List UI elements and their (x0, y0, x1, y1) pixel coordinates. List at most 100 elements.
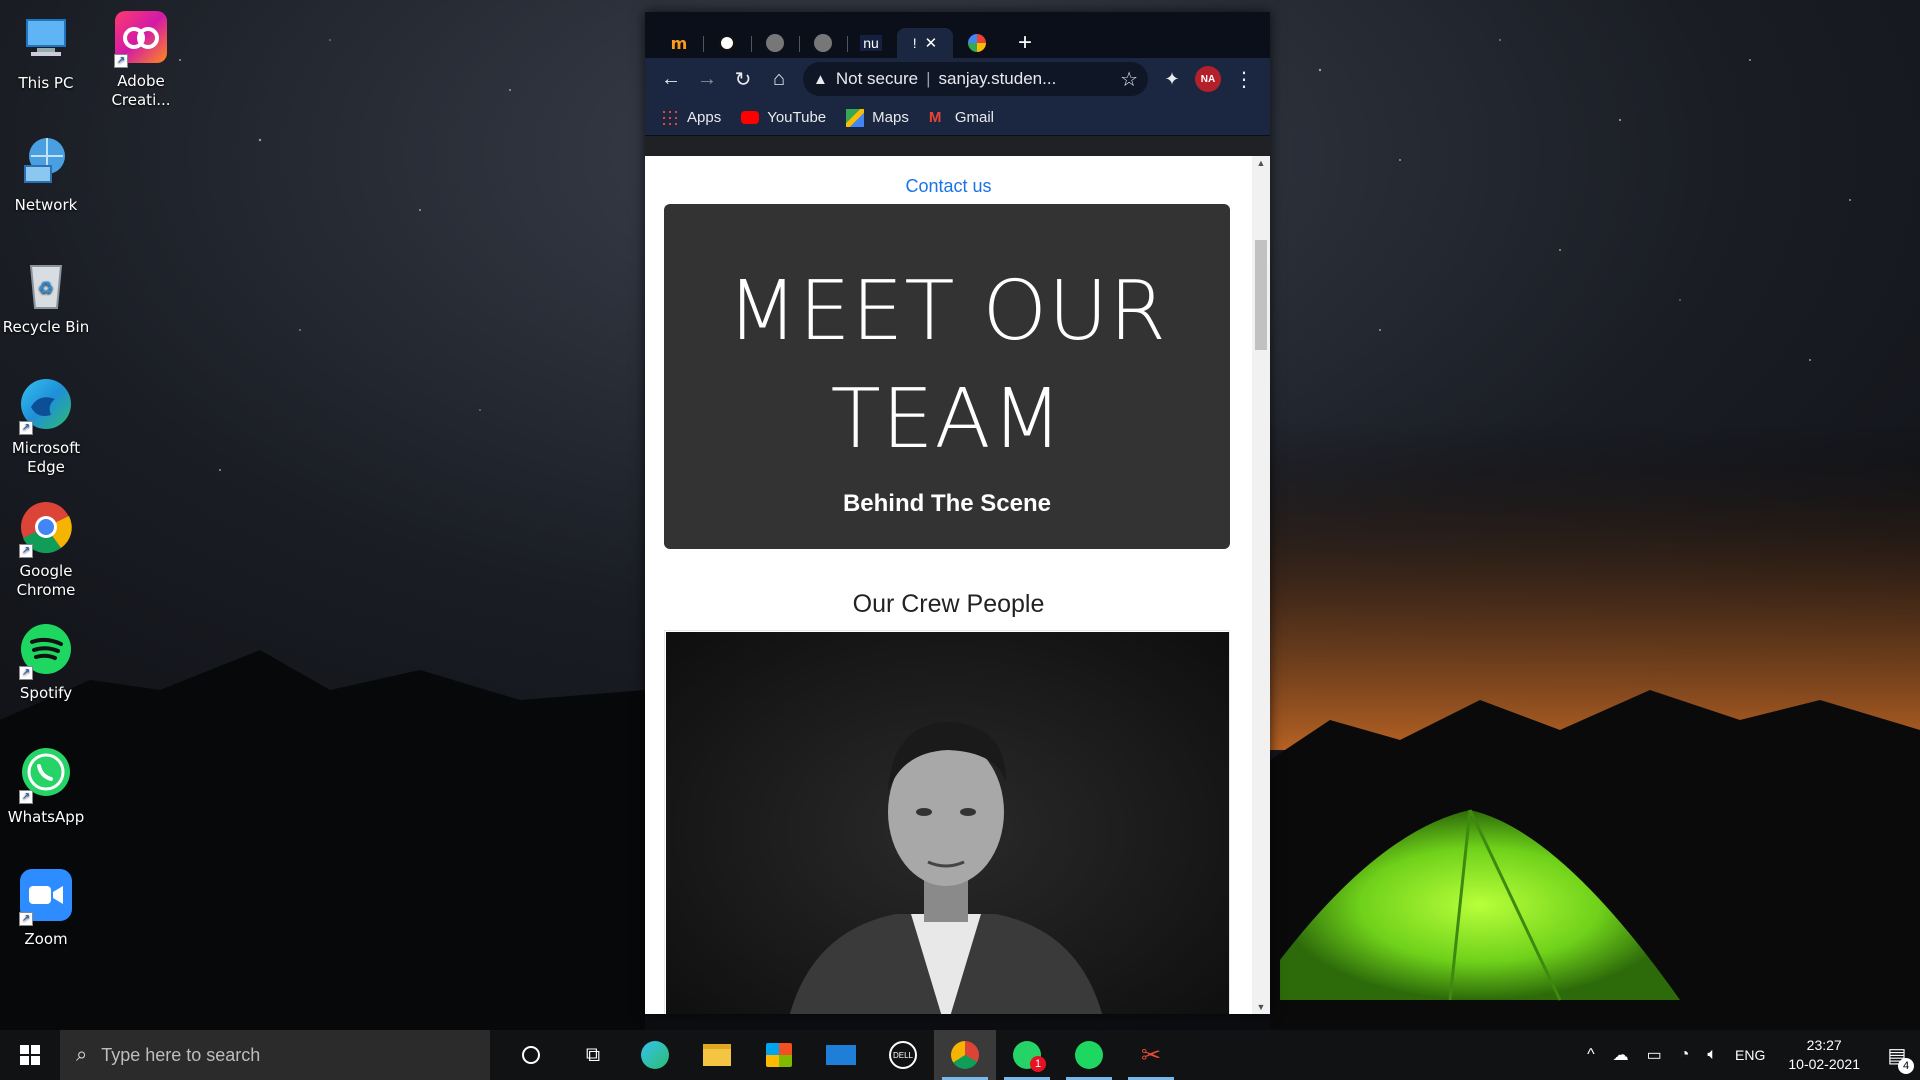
desktop-icon-microsoft-edge[interactable]: ↗ Microsoft Edge (0, 375, 92, 477)
cortana-circle-icon (522, 1046, 540, 1064)
recycle-bin-icon: ♻ (17, 254, 75, 312)
google-icon (968, 34, 986, 52)
maps-icon (846, 108, 865, 127)
taskbar-mail[interactable] (810, 1030, 872, 1080)
taskbar-file-explorer[interactable] (686, 1030, 748, 1080)
home-icon: ⌂ (772, 67, 786, 90)
whatsapp-icon: ↗ (17, 744, 75, 804)
volume-icon[interactable]: 🔈︎ (1707, 1046, 1717, 1064)
taskbar: ⌕ Type here to search ⧉ DELL 1 ✂ ^ ☁ ▭ ◔… (0, 1030, 1920, 1080)
task-view-button[interactable]: ⧉ (562, 1030, 624, 1080)
close-tab-icon[interactable]: ✕ (925, 34, 938, 52)
this-pc-icon (17, 10, 75, 68)
taskbar-dell[interactable]: DELL (872, 1030, 934, 1080)
bookmark-label: Maps (872, 109, 909, 126)
cortana-button[interactable] (500, 1030, 562, 1080)
network-icon (17, 132, 75, 190)
forward-button[interactable]: → (689, 61, 725, 97)
reload-button[interactable]: ↻ (725, 61, 761, 97)
chevron-up-icon[interactable]: ^ (1587, 1046, 1595, 1064)
youtube-icon (741, 111, 760, 124)
bookmark-label: Gmail (954, 109, 995, 126)
desktop-icon-label: Zoom (24, 930, 68, 948)
microsoft-edge-icon (641, 1041, 669, 1069)
desktop-icon-whatsapp[interactable]: ↗ WhatsApp (0, 744, 92, 827)
gmail-icon: M (928, 108, 942, 126)
menu-button[interactable]: ⋮ (1226, 61, 1262, 97)
bookmark-maps[interactable]: Maps (846, 108, 909, 127)
taskbar-search-input[interactable]: ⌕ Type here to search (60, 1030, 490, 1080)
bookmark-star-icon[interactable]: ☆ (1120, 67, 1138, 92)
bookmarks-bar: Apps YouTube Maps M Gmail (645, 100, 1270, 136)
task-view-icon: ⧉ (585, 1043, 601, 1066)
taskbar-store[interactable] (748, 1030, 810, 1080)
taskbar-chrome[interactable] (934, 1030, 996, 1080)
extensions-button[interactable]: ✦ (1154, 61, 1190, 97)
tab-nu[interactable]: nu (849, 28, 893, 58)
tab-strip: m nu ! ✕ + (645, 12, 1270, 58)
chrome-window: m nu ! ✕ + ← → ↻ ⌂ ▲ Not secure | sanjay… (645, 12, 1270, 1014)
back-button[interactable]: ← (653, 61, 689, 97)
zoom-icon: ↗ (17, 866, 75, 926)
scroll-up-arrow-icon[interactable]: ▲ (1252, 156, 1270, 170)
url-text: sanjay.studen... (938, 69, 1057, 88)
adobe-creative-cloud-icon: ↗ (112, 8, 170, 68)
new-tab-button[interactable]: + (1003, 28, 1047, 58)
clock[interactable]: 23:27 10-02-2021 (1788, 1036, 1860, 1074)
language-indicator[interactable]: ENG (1735, 1047, 1765, 1063)
scroll-down-arrow-icon[interactable]: ▼ (1252, 1000, 1270, 1014)
taskbar-spotify[interactable] (1058, 1030, 1120, 1080)
svg-text:♻: ♻ (38, 278, 54, 299)
active-tab-favicon: ! (912, 35, 917, 51)
desktop-icon-label: Network (14, 196, 78, 214)
globe-icon (814, 34, 832, 52)
folder-icon (703, 1044, 731, 1066)
tab-globe-3[interactable] (801, 28, 845, 58)
bookmark-youtube[interactable]: YouTube (741, 109, 826, 126)
home-button[interactable]: ⌂ (761, 61, 797, 97)
contact-us-link[interactable]: Contact us (645, 176, 1252, 197)
desktop-icon-recycle-bin[interactable]: ♻ Recycle Bin (0, 254, 92, 337)
desktop-icon-spotify[interactable]: ↗ Spotify (0, 620, 92, 703)
profile-button[interactable]: NA (1190, 61, 1226, 97)
address-bar[interactable]: ▲ Not secure | sanjay.studen... ☆ (803, 62, 1148, 96)
tab-active[interactable]: ! ✕ (897, 28, 953, 58)
desktop-icon-this-pc[interactable]: This PC (0, 10, 92, 93)
desktop-icon-google-chrome[interactable]: ↗ Google Chrome (0, 498, 92, 600)
team-member-photo (666, 632, 1229, 1014)
mail-icon (826, 1045, 856, 1065)
taskbar-edge[interactable] (624, 1030, 686, 1080)
wifi-icon[interactable]: ◔ (1680, 1046, 1690, 1064)
page-scrollbar[interactable]: ▲ ▼ (1252, 156, 1270, 1014)
bookmark-apps[interactable]: Apps (661, 108, 722, 127)
tab-google[interactable] (955, 28, 999, 58)
battery-icon[interactable]: ▭ (1647, 1045, 1662, 1065)
desktop-icon-zoom[interactable]: ↗ Zoom (0, 866, 92, 949)
tab-globe-1[interactable] (705, 28, 749, 58)
action-center-button[interactable]: ▤ 4 (1874, 1030, 1920, 1080)
tab-globe-2[interactable] (753, 28, 797, 58)
bookmark-label: Apps (687, 109, 722, 126)
scroll-thumb[interactable] (1255, 240, 1267, 350)
scissors-icon: ✂ (1140, 1041, 1162, 1069)
spotify-icon: ↗ (17, 620, 75, 680)
desktop-icon-adobe-creative-cloud[interactable]: ↗ Adobe Creati... (95, 8, 187, 110)
google-chrome-icon: ↗ (17, 498, 75, 558)
bookmark-gmail[interactable]: M Gmail (929, 109, 994, 127)
m-favicon-icon: m (670, 33, 688, 53)
section-title: Our Crew People (852, 590, 1045, 618)
taskbar-whatsapp[interactable]: 1 (996, 1030, 1058, 1080)
start-button[interactable] (0, 1030, 60, 1080)
warning-icon: ▲ (813, 70, 828, 88)
tab-m[interactable]: m (657, 28, 701, 58)
arrow-left-icon: ← (661, 67, 681, 90)
divider: | (926, 69, 931, 88)
hero-title: MEET OUR TEAM (726, 264, 1168, 467)
taskbar-snipping-tool[interactable]: ✂ (1120, 1030, 1182, 1080)
system-tray: ^ ☁ ▭ ◔ 🔈︎ ENG 23:27 10-02-2021 ▤ 4 (1578, 1030, 1920, 1080)
hero-banner: MEET OUR TEAM Behind The Scene (664, 204, 1230, 549)
google-chrome-icon (951, 1041, 979, 1069)
desktop-icon-network[interactable]: Network (0, 132, 92, 215)
notification-count: 4 (1898, 1058, 1914, 1074)
onedrive-cloud-icon[interactable]: ☁ (1613, 1045, 1629, 1065)
